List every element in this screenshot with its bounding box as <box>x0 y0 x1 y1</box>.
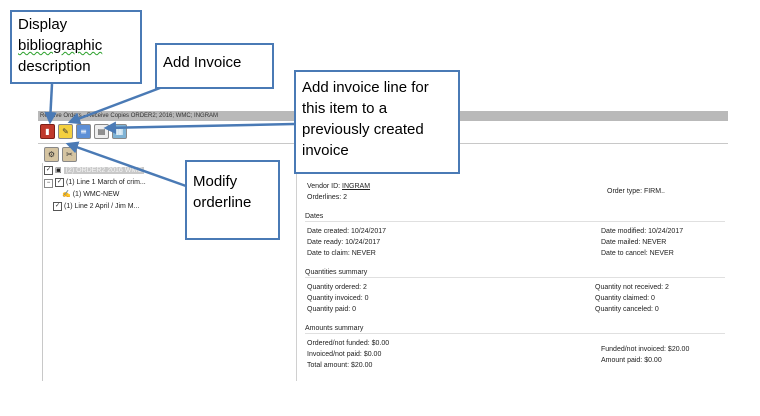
callout-display-bib-line2: bibliographic <box>18 37 103 54</box>
modify-orderline-icon[interactable]: ⚙ <box>44 147 59 162</box>
tree-root-label: (2) ORDER2 2016 WMC <box>63 167 145 174</box>
vendor-link[interactable]: INGRAM <box>342 183 370 190</box>
amounts-divider <box>305 333 725 334</box>
invoice-doc-icon[interactable]: ▤ <box>94 124 109 139</box>
orderlines-count: Orderlines: 2 <box>307 194 348 201</box>
qty-canceled: Quantity canceled: 0 <box>595 306 659 313</box>
date-ready: Date ready: 10/24/2017 <box>307 239 381 246</box>
callout-add-line-1: Add invoice line for <box>302 79 429 96</box>
quantities-divider <box>305 277 725 278</box>
qty-claimed: Quantity claimed: 0 <box>595 295 655 302</box>
date-modified: Date modified: 10/24/2017 <box>601 228 684 235</box>
order-icon: ▣ <box>55 167 62 174</box>
date-created: Date created: 10/24/2017 <box>307 228 387 235</box>
callout-display-bib: Display bibliographic description <box>10 10 142 84</box>
secondary-toolbar: ⚙ ✂ <box>44 147 77 163</box>
amount-paid: Amount paid: $0.00 <box>601 357 662 364</box>
callout-add-line-4: invoice <box>302 142 349 159</box>
tree-line1-child-label: (1) WMC-NEW <box>72 191 120 198</box>
card-icon[interactable]: ▦ <box>112 124 127 139</box>
dates-divider <box>305 221 725 222</box>
qty-invoiced: Quantity invoiced: 0 <box>307 295 369 302</box>
dates-section-title: Dates <box>305 213 324 220</box>
order-type: Order type: FIRM.. <box>607 188 665 195</box>
copy-icon: ✍ <box>62 191 71 198</box>
tree-border <box>42 163 43 381</box>
vendor-label: Vendor ID: <box>307 183 341 190</box>
vendor-id: Vendor ID: INGRAM <box>307 183 370 190</box>
tree-line2-label: (1) Line 2 April / Jim M... <box>64 203 140 210</box>
funded-not-invoiced: Funded/not invoiced: $20.00 <box>601 346 690 353</box>
tree-root-checkbox[interactable]: ✓ <box>44 165 53 175</box>
quantities-section-title: Quantities summary <box>305 269 368 276</box>
qty-ordered: Quantity ordered: 2 <box>307 284 367 291</box>
add-invoice-icon[interactable]: ✎ <box>58 124 73 139</box>
ordered-not-funded: Ordered/not funded: $0.00 <box>307 340 390 347</box>
callout-modify-2: orderline <box>193 194 252 211</box>
callout-add-line-2: this item to a <box>302 100 388 117</box>
callout-add-invoice: Add Invoice <box>155 43 274 89</box>
callout-add-invoice-text: Add Invoice <box>163 54 242 71</box>
callout-modify-1: Modify <box>193 173 238 190</box>
tree-line1-checkbox[interactable]: ✓ <box>55 177 64 187</box>
date-mailed: Date mailed: NEVER <box>601 239 667 246</box>
tree-line1-label: (1) Line 1 March of crim... <box>66 179 146 186</box>
orderline-tool-icon[interactable]: ✂ <box>62 147 77 162</box>
bib-description-icon[interactable]: ▮ <box>40 124 55 139</box>
amounts-section-title: Amounts summary <box>305 325 364 332</box>
callout-modify-orderline: Modify orderline <box>185 160 280 240</box>
order-detail-pane: Vendor ID: INGRAM Orderlines: 2 Order ty… <box>296 173 729 381</box>
collapse-icon[interactable]: − <box>44 179 53 188</box>
callout-display-bib-line3: description <box>18 58 91 75</box>
total-amount: Total amount: $20.00 <box>307 362 373 369</box>
tree-line2-checkbox[interactable]: ✓ <box>53 201 62 211</box>
add-invoice-line-icon[interactable]: ≡ <box>76 124 91 139</box>
qty-not-received: Quantity not received: 2 <box>595 284 669 291</box>
callout-add-invoice-line: Add invoice line for this item to a prev… <box>294 70 460 174</box>
callout-display-bib-line1: Display <box>18 16 68 33</box>
qty-paid: Quantity paid: 0 <box>307 306 357 313</box>
invoiced-not-paid: Invoiced/not paid: $0.00 <box>307 351 382 358</box>
date-to-cancel: Date to cancel: NEVER <box>601 250 674 257</box>
date-to-claim: Date to claim: NEVER <box>307 250 376 257</box>
main-toolbar: ▮ ✎ ≡ ▤ ▦ <box>40 124 127 140</box>
callout-add-line-3: previously created <box>302 121 424 138</box>
